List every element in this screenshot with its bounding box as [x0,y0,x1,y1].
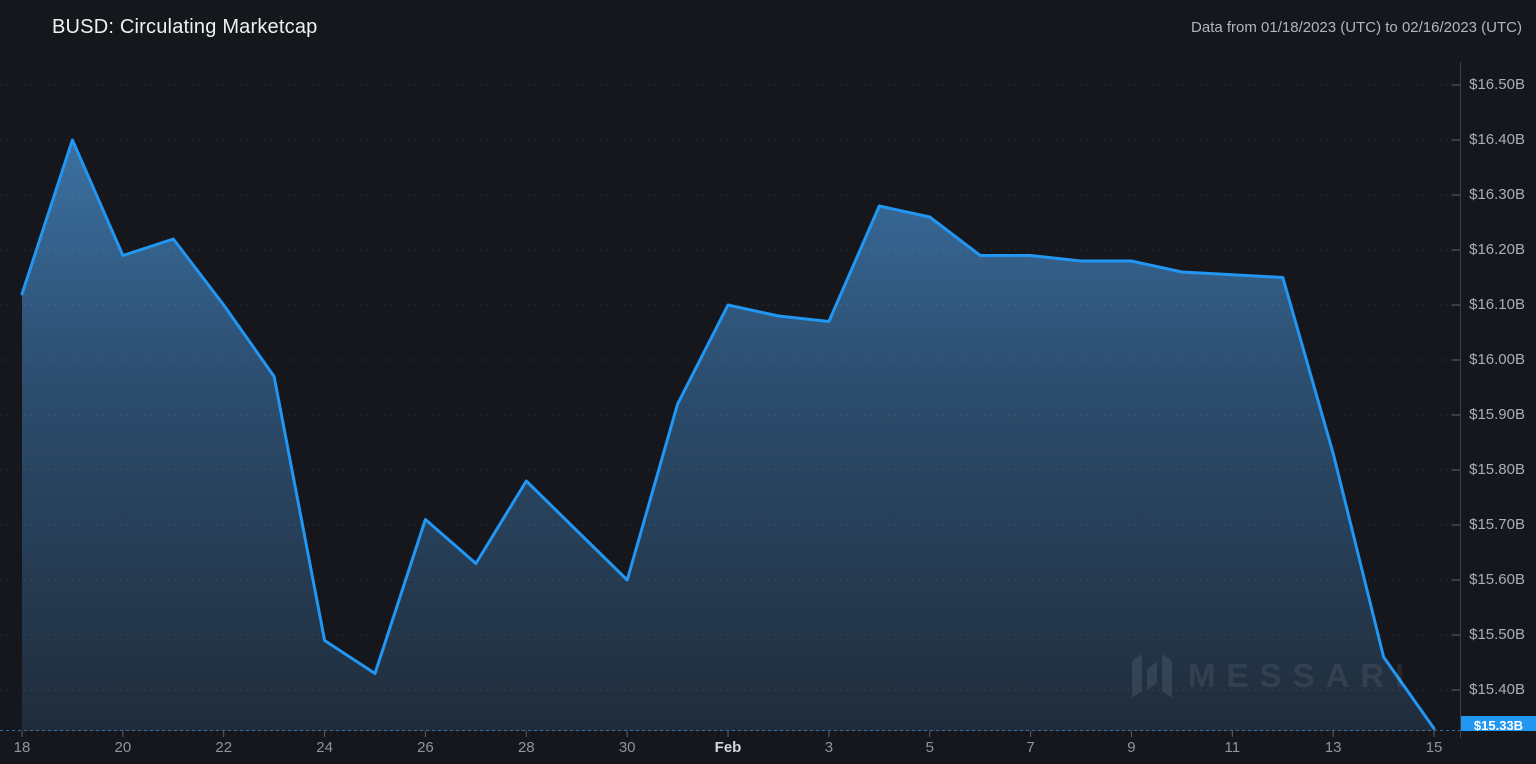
chart-surface[interactable]: $16.50B $16.40B $16.30B $16.20B $16.10B $16.0… [0,0,1536,764]
x-tick-label: 7 [1026,739,1035,756]
y-tick-label: $15.40B [1469,681,1525,698]
x-tick-label: 30 [618,739,636,756]
x-tick-label: 28 [517,739,535,756]
x-tick-label: 5 [925,739,934,756]
messari-watermark: MESSARI [1132,650,1442,702]
last-value-badge: $15.33B [1461,716,1536,731]
y-tick-label: $16.20B [1469,241,1525,258]
y-tick-label: $15.60B [1469,571,1525,588]
y-tick-label: $16.00B [1469,351,1525,368]
x-tick-label: 15 [1425,739,1443,756]
y-tick-label: $16.10B [1469,296,1525,313]
x-tick-label: 18 [13,739,31,756]
x-tick-label: 3 [824,739,834,756]
x-tick-label: 13 [1324,739,1342,756]
x-tick-label: 24 [316,739,333,756]
watermark-brand-text: MESSARI [1188,657,1416,694]
x-tick-label: 11 [1224,739,1241,756]
area-fill [22,140,1434,731]
y-tick-label: $16.30B [1469,186,1525,203]
chart-app: BUSD: Circulating Marketcap Data from 01… [0,0,1536,764]
x-tick-label: 9 [1127,739,1136,756]
messari-logo-icon [1132,654,1172,698]
x-tick-label: 22 [215,739,233,756]
x-tick-label: 26 [417,739,434,756]
y-tick-label: $16.40B [1469,131,1525,148]
y-tick-label: $15.80B [1469,461,1525,478]
y-tick-label: $15.70B [1469,516,1525,533]
x-tick-label: 20 [114,739,132,756]
y-tick-label: $15.50B [1469,626,1525,643]
y-tick-label: $15.90B [1469,406,1525,423]
y-tick-label: $16.50B [1469,76,1525,93]
x-tick-label: Feb [714,739,742,756]
